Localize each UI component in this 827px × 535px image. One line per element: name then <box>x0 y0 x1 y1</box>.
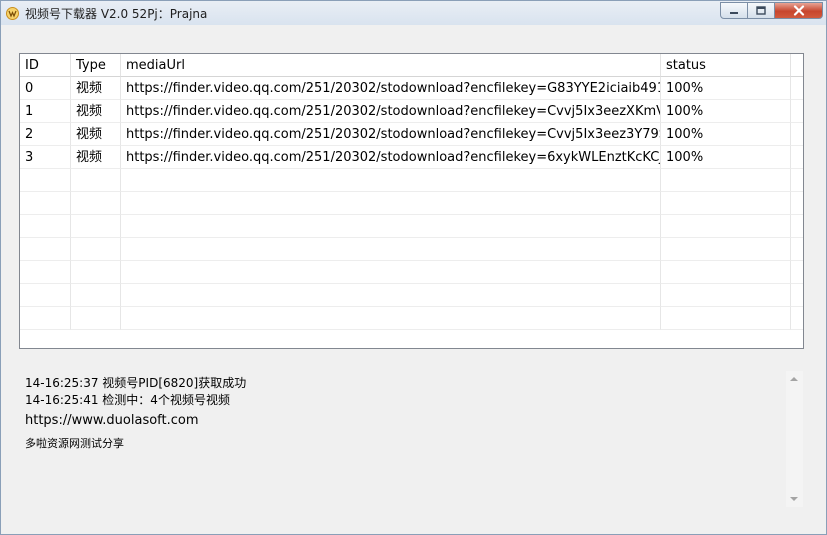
cell-filler <box>791 100 803 123</box>
log-link: https://www.duolasoft.com <box>25 413 199 428</box>
cell-mediaurl[interactable] <box>121 238 661 261</box>
cell-status[interactable]: 100% <box>661 123 791 146</box>
cell-type[interactable] <box>71 261 121 284</box>
cell-filler <box>791 261 803 284</box>
column-header-status[interactable]: status <box>661 54 791 77</box>
column-header-mediaurl[interactable]: mediaUrl <box>121 54 661 77</box>
cell-filler <box>791 77 803 100</box>
cell-status[interactable] <box>661 169 791 192</box>
cell-status[interactable] <box>661 192 791 215</box>
empty-row[interactable] <box>20 307 803 330</box>
empty-row[interactable] <box>20 284 803 307</box>
client-area: ID Type mediaUrl status 0 视频 https://finde… <box>7 25 820 531</box>
minimize-icon <box>730 11 738 14</box>
cell-mediaurl[interactable] <box>121 284 661 307</box>
cell-id[interactable] <box>20 307 71 330</box>
cell-filler <box>791 123 803 146</box>
cell-mediaurl[interactable]: https://finder.video.qq.com/251/20302/st… <box>121 77 661 100</box>
cell-filler <box>791 169 803 192</box>
cell-mediaurl[interactable]: https://finder.video.qq.com/251/20302/st… <box>121 123 661 146</box>
log-line: 14-16:25:41 检测中：4个视频号视频 <box>25 393 230 407</box>
column-header-filler <box>791 54 803 77</box>
cell-type[interactable]: 视频 <box>71 146 121 169</box>
empty-row[interactable] <box>20 192 803 215</box>
cell-status[interactable]: 100% <box>661 146 791 169</box>
cell-id[interactable] <box>20 238 71 261</box>
cell-status[interactable] <box>661 261 791 284</box>
cell-id[interactable] <box>20 261 71 284</box>
close-icon <box>793 5 804 16</box>
grid-header: ID Type mediaUrl status <box>20 54 803 77</box>
log-line: 多啦资源网测试分享 <box>25 437 124 450</box>
column-header-type[interactable]: Type <box>71 54 121 77</box>
cell-id[interactable] <box>20 284 71 307</box>
cell-status[interactable] <box>661 215 791 238</box>
cell-type[interactable]: 视频 <box>71 100 121 123</box>
cell-type[interactable] <box>71 307 121 330</box>
title-bar[interactable]: 视频号下载器 V2.0 52Pj：Prajna <box>1 1 826 25</box>
empty-row[interactable] <box>20 238 803 261</box>
log-scrollbar[interactable] <box>786 371 803 507</box>
cell-mediaurl[interactable] <box>121 169 661 192</box>
cell-id[interactable] <box>20 169 71 192</box>
cell-status[interactable] <box>661 238 791 261</box>
cell-status[interactable] <box>661 284 791 307</box>
window-title: 视频号下载器 V2.0 52Pj：Prajna <box>25 7 208 21</box>
cell-filler <box>791 192 803 215</box>
cell-type[interactable] <box>71 215 121 238</box>
cell-mediaurl[interactable] <box>121 307 661 330</box>
app-logo-icon <box>6 7 19 20</box>
cell-filler <box>791 284 803 307</box>
cell-id[interactable] <box>20 192 71 215</box>
cell-filler <box>791 215 803 238</box>
cell-type[interactable] <box>71 192 121 215</box>
cell-id[interactable]: 1 <box>20 100 71 123</box>
empty-row[interactable] <box>20 215 803 238</box>
scroll-down-icon[interactable] <box>790 497 798 501</box>
table-row[interactable]: 3 视频 https://finder.video.qq.com/251/20302… <box>20 146 803 169</box>
table-row[interactable]: 0 视频 https://finder.video.qq.com/251/20302… <box>20 77 803 100</box>
cell-id[interactable] <box>20 215 71 238</box>
maximize-button[interactable] <box>747 2 775 19</box>
close-button[interactable] <box>774 2 823 19</box>
table-row[interactable]: 1 视频 https://finder.video.qq.com/251/20302… <box>20 100 803 123</box>
maximize-icon <box>756 6 766 15</box>
log-panel[interactable]: 14-16:25:37 视频号PID[6820]获取成功 14-16:25:41… <box>19 365 804 513</box>
cell-mediaurl[interactable]: https://finder.video.qq.com/251/20302/st… <box>121 146 661 169</box>
scroll-up-icon[interactable] <box>790 377 798 381</box>
cell-mediaurl[interactable] <box>121 261 661 284</box>
cell-mediaurl[interactable] <box>121 215 661 238</box>
cell-filler <box>791 146 803 169</box>
empty-row[interactable] <box>20 261 803 284</box>
cell-id[interactable]: 2 <box>20 123 71 146</box>
cell-filler <box>791 238 803 261</box>
cell-id[interactable]: 3 <box>20 146 71 169</box>
cell-status[interactable]: 100% <box>661 77 791 100</box>
cell-id[interactable]: 0 <box>20 77 71 100</box>
table-row[interactable]: 2 视频 https://finder.video.qq.com/251/20302… <box>20 123 803 146</box>
cell-type[interactable]: 视频 <box>71 77 121 100</box>
cell-status[interactable] <box>661 307 791 330</box>
column-header-id[interactable]: ID <box>20 54 71 77</box>
minimize-button[interactable] <box>720 2 748 19</box>
media-grid[interactable]: ID Type mediaUrl status 0 视频 https://finde… <box>19 53 804 349</box>
app-window: 视频号下载器 V2.0 52Pj：Prajna ID Type mediaUrl… <box>0 0 827 535</box>
cell-type[interactable] <box>71 284 121 307</box>
cell-mediaurl[interactable] <box>121 192 661 215</box>
cell-mediaurl[interactable]: https://finder.video.qq.com/251/20302/st… <box>121 100 661 123</box>
cell-type[interactable]: 视频 <box>71 123 121 146</box>
empty-row[interactable] <box>20 169 803 192</box>
cell-type[interactable] <box>71 169 121 192</box>
cell-filler <box>791 307 803 330</box>
log-line: 14-16:25:37 视频号PID[6820]获取成功 <box>25 376 247 390</box>
cell-type[interactable] <box>71 238 121 261</box>
cell-status[interactable]: 100% <box>661 100 791 123</box>
